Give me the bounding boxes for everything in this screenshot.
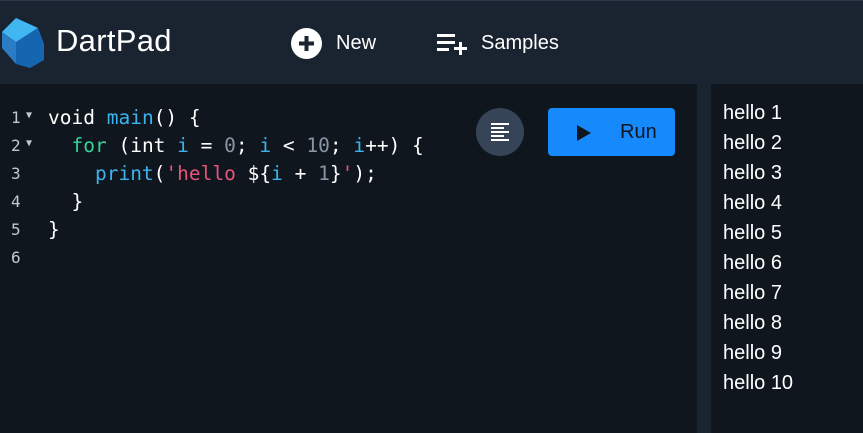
code-line[interactable]: print('hello ${i + 1}');: [48, 160, 377, 188]
play-icon: [577, 125, 591, 141]
run-button[interactable]: Run: [548, 108, 675, 156]
console-line: hello 7: [723, 282, 782, 304]
panel-splitter[interactable]: [697, 84, 711, 433]
playlist-add-icon: [437, 34, 467, 55]
fold-arrow-icon[interactable]: ▼: [26, 132, 32, 156]
app-title: DartPad: [56, 23, 172, 58]
console-line: hello 9: [723, 342, 782, 364]
console-line: hello 3: [723, 162, 782, 184]
format-button[interactable]: [476, 108, 524, 156]
top-bar: DartPad New Samples: [0, 0, 863, 84]
new-button[interactable]: New: [291, 25, 376, 61]
format-align-icon: [491, 123, 509, 141]
code-line[interactable]: }: [48, 216, 60, 244]
console-line: hello 1: [723, 102, 782, 124]
line-number: 3: [11, 164, 21, 183]
run-button-label: Run: [620, 121, 657, 143]
new-button-label: New: [336, 31, 377, 54]
code-line[interactable]: }: [48, 188, 83, 216]
dart-logo-icon: [2, 18, 44, 68]
console-line: hello 2: [723, 132, 782, 154]
line-number: 4: [11, 192, 21, 211]
console-line: hello 5: [723, 222, 782, 244]
code-line[interactable]: for (int i = 0; i < 10; i++) {: [48, 132, 423, 160]
samples-button[interactable]: Samples: [437, 25, 559, 61]
console-output: hello 1 hello 2 hello 3 hello 4 hello 5 …: [711, 84, 863, 433]
console-line: hello 8: [723, 312, 782, 334]
samples-button-label: Samples: [481, 31, 559, 54]
fold-arrow-icon[interactable]: ▼: [26, 104, 32, 128]
add-circle-icon: [291, 27, 322, 59]
line-number: 5: [11, 220, 21, 239]
line-number: 1 ▼: [0, 104, 40, 132]
line-number: 6: [11, 248, 21, 267]
console-line: hello 4: [723, 192, 782, 214]
console-line: hello 6: [723, 252, 782, 274]
line-number: 2 ▼: [0, 132, 40, 160]
console-line: hello 10: [723, 372, 794, 394]
code-line[interactable]: void main() {: [48, 104, 201, 132]
